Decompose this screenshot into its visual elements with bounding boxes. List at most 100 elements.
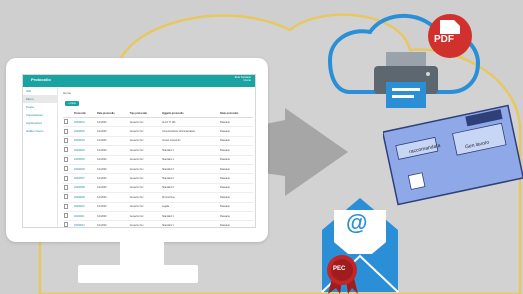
scene: PDF raccomandata Gen lavoro @ PEC Protoc… [0, 0, 523, 294]
monitor-stand-neck [120, 242, 164, 266]
table-cell: 1/1/2020 [96, 164, 129, 175]
document-icon [63, 164, 74, 175]
document-icon [63, 155, 74, 165]
sidebar-item-impostazioni[interactable]: Impostazioni [23, 111, 57, 119]
table-cell: 1/1/2020 [96, 145, 129, 156]
table-row[interactable]: 20200001 1/1/2020 Generico Inv. ALLO IT 101… [63, 117, 253, 128]
table-row[interactable]: 20200010 1/1/2020 Generico Inv. Legale Passa… [63, 202, 253, 212]
app-header: Protocollo Ente Sanitario Utente [23, 75, 255, 87]
monitor-stand-base [78, 265, 198, 283]
table-cell: Generico Inv. [128, 145, 162, 156]
protocol-table: Protocollo Data protocollo Tipo protocol… [63, 109, 253, 227]
table-cell: Passante [219, 211, 253, 222]
table-row[interactable]: 20200005 1/1/2020 Generico Inv. Standard 1P… [63, 155, 253, 165]
table-cell: 1/1/2020 [96, 173, 129, 184]
table-cell: 1/1/2020 [96, 211, 129, 222]
table-cell[interactable]: 20200009 [73, 192, 97, 203]
table-cell: 1/1/2020 [96, 220, 129, 227]
table-cell[interactable]: 20200003 [73, 136, 97, 147]
document-icon [63, 183, 74, 194]
table-cell: Legale [161, 202, 220, 212]
table-row[interactable]: 20200009 1/1/2020 Generico Inv. Promozione P… [63, 192, 253, 203]
table-row[interactable]: 20200004 1/1/2020 Generico Inv. Standard 1P… [63, 145, 253, 156]
table-cell: Promozione [161, 192, 220, 203]
table-cell[interactable]: 20200004 [73, 145, 97, 156]
table-cell[interactable]: 20200002 [73, 126, 97, 137]
table-cell: Passante [219, 117, 253, 128]
table-cell: Standard 2 [161, 183, 220, 194]
main-content: Home + New Protocollo Data protocollo Ti… [59, 87, 255, 227]
table-cell: Standard 2 [161, 173, 220, 184]
table-cell[interactable]: 20200007 [73, 173, 97, 184]
breadcrumb: Home [63, 91, 72, 95]
document-icon [63, 202, 74, 212]
at-sign-icon: @ [346, 210, 368, 235]
column-header: Oggetto protocollo [161, 109, 220, 118]
table-cell[interactable]: 20200008 [73, 183, 97, 194]
new-button[interactable]: + New [65, 101, 79, 106]
table-header-row: Protocollo Data protocollo Tipo protocol… [63, 109, 253, 118]
app-title: Protocollo [31, 77, 51, 82]
table-cell[interactable]: 20200001 [73, 117, 97, 128]
table-cell[interactable]: 20200012 [73, 220, 97, 227]
column-header: Data protocollo [96, 109, 129, 118]
table-cell[interactable]: 20200005 [73, 155, 97, 165]
document-icon [63, 145, 74, 156]
table-row[interactable]: 20200002 1/1/2020 Generico Inv. Comunicazio… [63, 126, 253, 137]
table-row[interactable]: 20200007 1/1/2020 Generico Inv. Standard 2P… [63, 173, 253, 184]
sidebar-item-menu[interactable]: Menu [23, 95, 57, 103]
table-body: 20200001 1/1/2020 Generico Inv. ALLO IT 101… [63, 117, 253, 227]
document-icon [63, 211, 74, 222]
table-cell: Standard 1 [161, 155, 220, 165]
table-cell: Generico Inv. [128, 173, 162, 184]
table-cell: Passante [219, 155, 253, 165]
table-cell: Generico Inv. [128, 211, 162, 222]
table-cell: 1/1/2020 [96, 136, 129, 147]
table-cell: Avviso Consorzio [161, 136, 220, 147]
table-row[interactable]: 20200006 1/1/2020 Generico Inv. Standard 2P… [63, 164, 253, 175]
column-header: Protocollo [73, 109, 97, 118]
table-row[interactable]: 20200003 1/1/2020 Generico Inv. Avviso Cons… [63, 136, 253, 147]
registered-letter-icon [383, 104, 523, 206]
table-cell: Passante [219, 136, 253, 147]
pec-seal-icon [327, 255, 358, 294]
document-icon [63, 220, 74, 227]
table-cell: Generico Inv. [128, 136, 162, 147]
table-row[interactable]: 20200011 1/1/2020 Generico Inv. Standard 1P… [63, 211, 253, 222]
document-icon [63, 136, 74, 147]
table-cell[interactable]: 20200011 [73, 211, 97, 222]
table-cell: Comunicazione Amministrativa [161, 126, 220, 137]
table-row[interactable]: 20200012 1/1/2020 Generico Inv. Standard 1P… [63, 220, 253, 227]
table-row[interactable]: 20200008 1/1/2020 Generico Inv. Standard 2P… [63, 183, 253, 194]
table-cell: Standard 1 [161, 220, 220, 227]
column-header: Stato protocollo [219, 109, 253, 118]
table-cell: Passante [219, 173, 253, 184]
app-screen: Protocollo Ente Sanitario Utente Utili M… [22, 74, 256, 228]
sidebar-item-applicazioni[interactable]: Applicazioni [23, 119, 57, 127]
table-cell: Passante [219, 183, 253, 194]
pec-label: PEC [333, 266, 346, 272]
sidebar-item-posta[interactable]: Posta [23, 103, 57, 111]
table-cell: Passante [219, 145, 253, 156]
table-cell: Generico Inv. [128, 126, 162, 137]
table-cell: Passante [219, 220, 253, 227]
table-cell: Generico Inv. [128, 220, 162, 227]
table-cell: Standard 2 [161, 164, 220, 175]
sidebar-item-hidden[interactable]: Hidden Items [23, 127, 57, 135]
table-cell: Generico Inv. [128, 117, 162, 128]
table-cell: 1/1/2020 [96, 192, 129, 203]
table-cell: 1/1/2020 [96, 155, 129, 165]
document-icon [63, 192, 74, 203]
table-cell: Standard 1 [161, 211, 220, 222]
user-info[interactable]: Ente Sanitario Utente [235, 76, 251, 82]
table-cell[interactable]: 20200010 [73, 202, 97, 212]
table-cell: 1/1/2020 [96, 202, 129, 212]
table-cell: Generico Inv. [128, 202, 162, 212]
sidebar: Utili Menu Posta Impostazioni Applicazio… [23, 87, 58, 227]
table-cell: Generico Inv. [128, 183, 162, 194]
sidebar-item-utili[interactable]: Utili [23, 87, 57, 95]
table-cell: Generico Inv. [128, 192, 162, 203]
table-cell[interactable]: 20200006 [73, 164, 97, 175]
table-cell: 1/1/2020 [96, 183, 129, 194]
table-cell: Passante [219, 192, 253, 203]
